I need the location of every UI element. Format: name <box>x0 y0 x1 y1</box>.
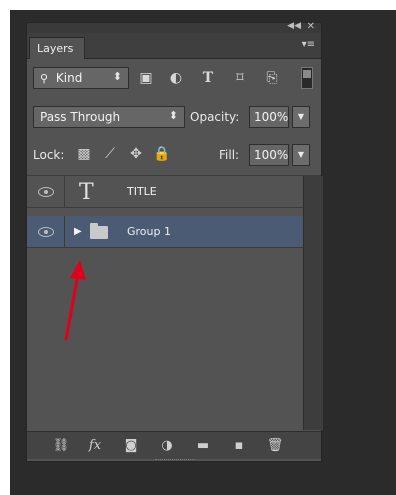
fill-slider-button[interactable]: ▼ <box>292 144 310 166</box>
panel-menu-icon[interactable]: ▾≡ <box>302 39 315 50</box>
eye-icon <box>38 187 54 197</box>
new-layer-icon[interactable]: ▪ <box>229 436 249 456</box>
search-icon: ⚲ <box>40 72 49 85</box>
blend-mode-dropdown[interactable]: Pass Through ⬍ <box>33 106 185 128</box>
adjustment-filter-icon[interactable]: ◐ <box>165 67 187 89</box>
opacity-slider-button[interactable]: ▼ <box>292 106 310 128</box>
blend-row: Pass Through ⬍ Opacity: 100% ▼ <box>27 103 321 131</box>
resize-grip[interactable] <box>155 459 195 463</box>
layer-name: TITLE <box>127 185 157 198</box>
layer-row-title[interactable]: T TITLE <box>27 176 303 208</box>
eye-icon <box>38 227 54 237</box>
folder-icon <box>90 223 108 239</box>
fx-icon[interactable]: fx <box>85 436 105 456</box>
annotation-arrow <box>64 260 86 341</box>
fill-label: Fill: <box>219 148 240 162</box>
tab-layers-label: Layers <box>37 42 74 55</box>
new-group-icon[interactable]: ▬ <box>193 436 213 456</box>
lock-image-icon[interactable]: ⟋ <box>101 145 119 163</box>
filter-kind-label: Kind <box>55 71 83 85</box>
mask-icon[interactable]: ◙ <box>121 436 141 456</box>
filter-kind-dropdown[interactable]: ⚲ Kind ⬍ <box>33 67 129 89</box>
shape-filter-icon[interactable]: ⌑ <box>229 67 251 89</box>
opacity-value: 100% <box>254 110 289 124</box>
layer-row-group-1[interactable]: ▶ Group 1 <box>27 216 303 248</box>
filter-toggle-knob <box>303 70 311 78</box>
filter-row: ⚲ Kind ⬍ ▣ ◐ T ⌑ ⎘ <box>27 63 321 93</box>
type-filter-icon[interactable]: T <box>197 67 219 89</box>
panel-bottom-bar: ⛓ fx ◙ ◑ ▬ ▪ 🗑 <box>27 431 321 459</box>
dropdown-arrows-icon: ⬍ <box>168 109 178 122</box>
panel-tab-bar: Layers ▾≡ <box>27 33 321 59</box>
dropdown-arrows-icon: ⬍ <box>112 70 122 83</box>
panel-top-strip: ◀◀ ✕ <box>27 21 321 33</box>
visibility-toggle[interactable] <box>27 216 65 247</box>
lock-row: Lock: ▩ ⟋ ✥ 🔒 Fill: 100% ▼ <box>27 141 321 169</box>
blend-mode-value: Pass Through <box>40 110 121 124</box>
fill-value: 100% <box>254 148 289 162</box>
lock-label: Lock: <box>33 148 65 162</box>
trash-icon[interactable]: 🗑 <box>265 436 285 456</box>
close-icon[interactable]: ✕ <box>307 21 315 32</box>
type-layer-icon: T <box>79 180 94 205</box>
smart-object-filter-icon[interactable]: ⎘ <box>261 67 283 89</box>
visibility-toggle[interactable] <box>27 176 65 207</box>
opacity-label: Opacity: <box>190 110 240 124</box>
layers-scrollbar[interactable] <box>303 176 323 430</box>
opacity-input[interactable]: 100% <box>249 106 289 128</box>
double-chevron-icon[interactable]: ◀◀ <box>287 21 301 31</box>
filter-icons: ▣ ◐ T ⌑ ⎘ <box>135 67 317 89</box>
expand-triangle-icon[interactable]: ▶ <box>74 226 82 237</box>
layer-name: Group 1 <box>127 225 171 238</box>
pixel-filter-icon[interactable]: ▣ <box>135 67 157 89</box>
tab-layers[interactable]: Layers <box>29 37 85 59</box>
layers-panel: ◀◀ ✕ Layers ▾≡ ⚲ Kind ⬍ ▣ ◐ T ⌑ ⎘ Pass T… <box>26 21 323 463</box>
adjustment-icon[interactable]: ◑ <box>157 436 177 456</box>
filter-toggle[interactable] <box>301 67 313 89</box>
fill-input[interactable]: 100% <box>249 144 289 166</box>
link-icon[interactable]: ⛓ <box>51 436 71 456</box>
lock-transparent-icon[interactable]: ▩ <box>75 145 93 163</box>
lock-position-icon[interactable]: ✥ <box>127 145 145 163</box>
lock-all-icon[interactable]: 🔒 <box>153 145 171 163</box>
